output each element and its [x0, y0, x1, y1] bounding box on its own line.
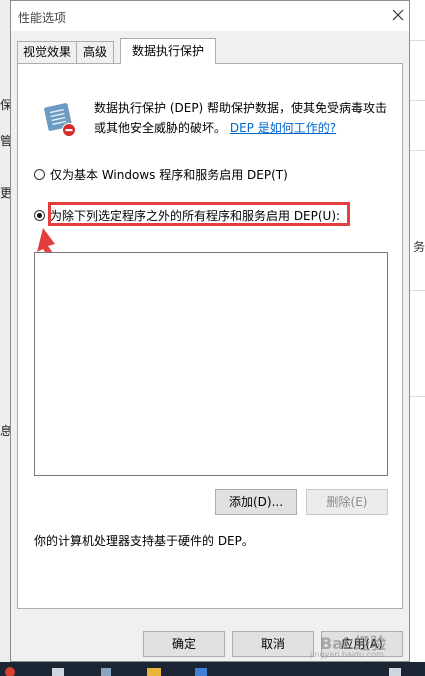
- performance-options-dialog: 性能选项 视觉效果 高级 数据执行保护 数据执行保护 (DEP) 帮助保护数据，…: [10, 0, 410, 662]
- radio-all-except[interactable]: [34, 210, 45, 221]
- tab-data-execution-prevention[interactable]: 数据执行保护: [120, 38, 216, 64]
- taskbar-app-icon[interactable]: [98, 665, 114, 676]
- dep-description: 数据执行保护 (DEP) 帮助保护数据，使其免受病毒攻击或其他安全威胁的破坏。 …: [94, 98, 394, 138]
- taskbar: [0, 662, 425, 676]
- remove-button[interactable]: 删除(E): [306, 489, 388, 515]
- hardware-dep-support-text: 你的计算机处理器支持基于硬件的 DEP。: [34, 534, 254, 548]
- dialog-title: 性能选项: [18, 11, 67, 25]
- title-bar: 性能选项: [11, 1, 409, 31]
- dep-panel: 数据执行保护 (DEP) 帮助保护数据，使其免受病毒攻击或其他安全威胁的破坏。 …: [17, 63, 403, 609]
- dep-shield-icon: [44, 103, 76, 137]
- folder-icon[interactable]: [145, 665, 163, 676]
- background-window-right: 务: [410, 0, 425, 676]
- tab-advanced[interactable]: 高级: [76, 41, 114, 63]
- ok-button[interactable]: 确定: [143, 631, 225, 657]
- taskbar-app-icon[interactable]: [386, 665, 404, 676]
- close-icon[interactable]: [387, 4, 409, 26]
- apply-button[interactable]: 应用(A): [321, 631, 403, 657]
- option-essential-only[interactable]: 仅为基本 Windows 程序和服务启用 DEP(T): [34, 166, 288, 183]
- bg-text-fragment: 务: [413, 240, 425, 254]
- taskbar-app-icon[interactable]: [4, 665, 16, 676]
- taskbar-app-icon[interactable]: [50, 665, 66, 676]
- annotation-highlight-box: [48, 202, 350, 226]
- dep-help-link[interactable]: DEP 是如何工作的?: [230, 121, 336, 135]
- taskbar-app-icon[interactable]: [192, 665, 210, 676]
- option-essential-label: 仅为基本 Windows 程序和服务启用 DEP(T): [50, 168, 288, 182]
- radio-essential[interactable]: [34, 169, 45, 180]
- tab-visual-effects[interactable]: 视觉效果: [17, 41, 77, 63]
- cancel-button[interactable]: 取消: [232, 631, 314, 657]
- excluded-programs-list[interactable]: [34, 252, 388, 476]
- add-button[interactable]: 添加(D)...: [215, 489, 297, 515]
